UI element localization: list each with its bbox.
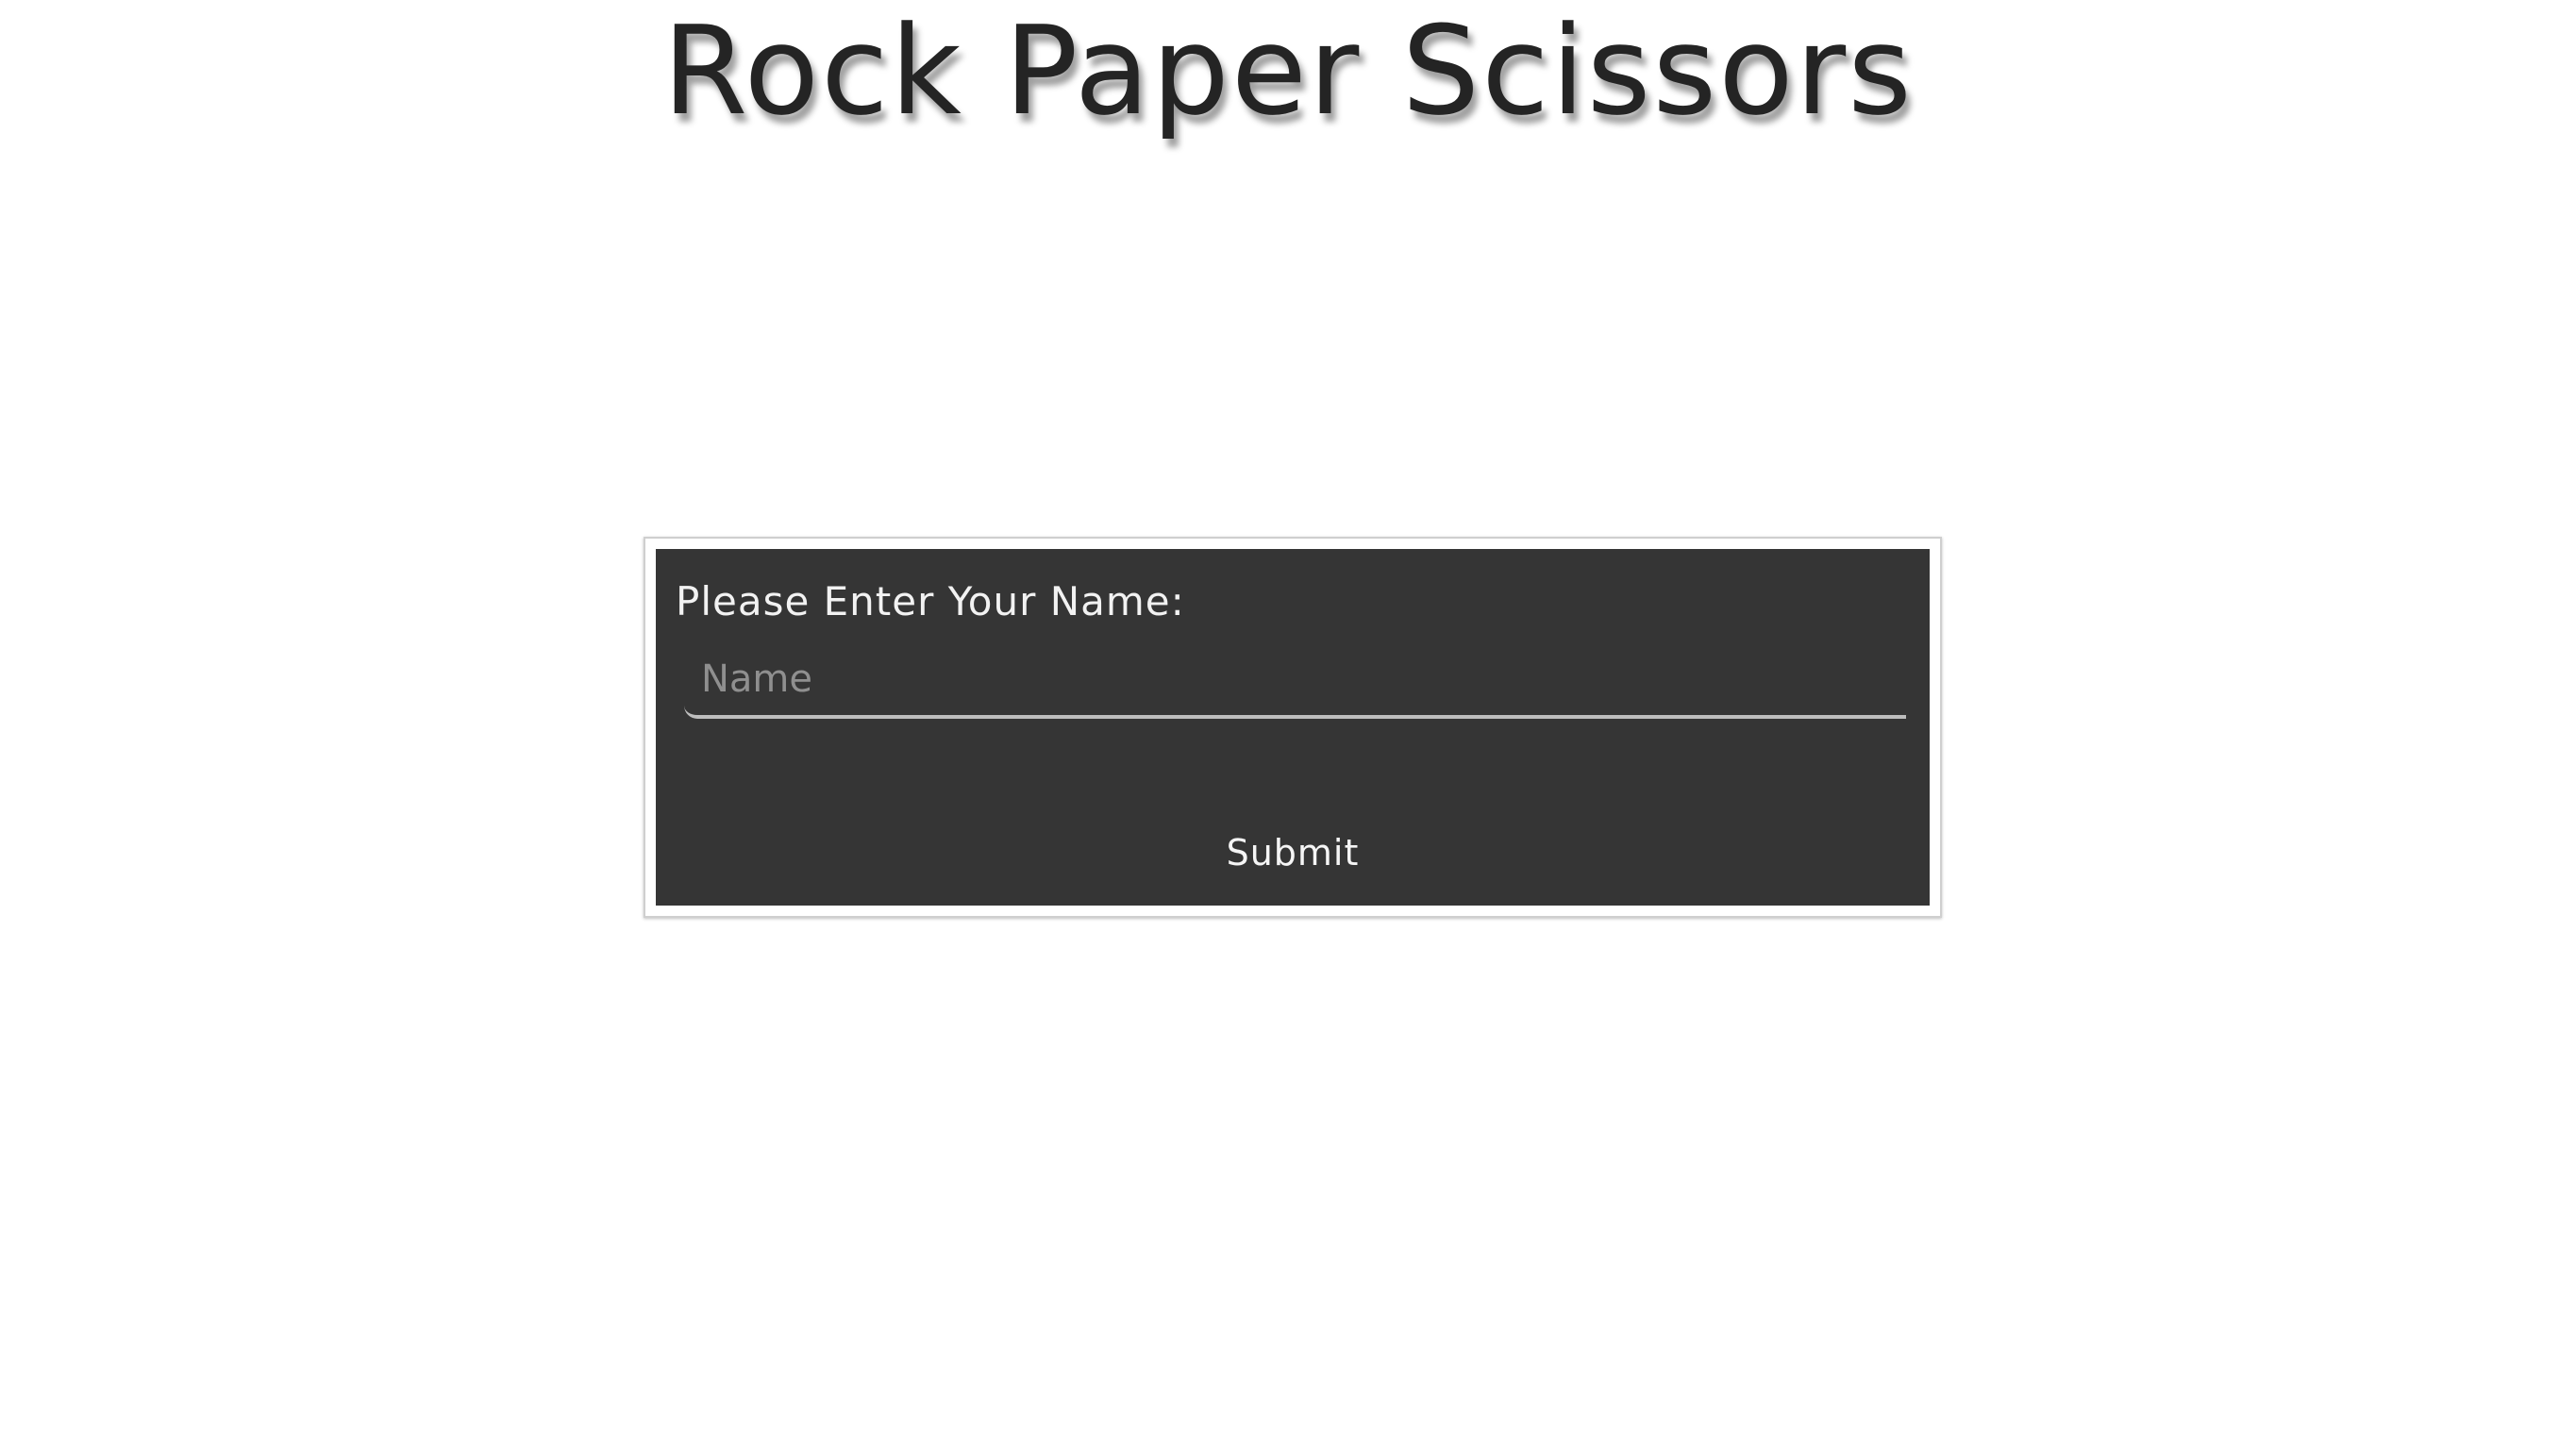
submit-button[interactable]: Submit: [1189, 823, 1397, 883]
name-prompt-label: Please Enter Your Name:: [676, 578, 1185, 624]
name-input[interactable]: [684, 643, 1906, 719]
name-form-frame: Please Enter Your Name: Submit: [644, 537, 1942, 918]
name-form: Please Enter Your Name: Submit: [656, 549, 1930, 906]
page-title: Rock Paper Scissors: [662, 0, 1914, 142]
